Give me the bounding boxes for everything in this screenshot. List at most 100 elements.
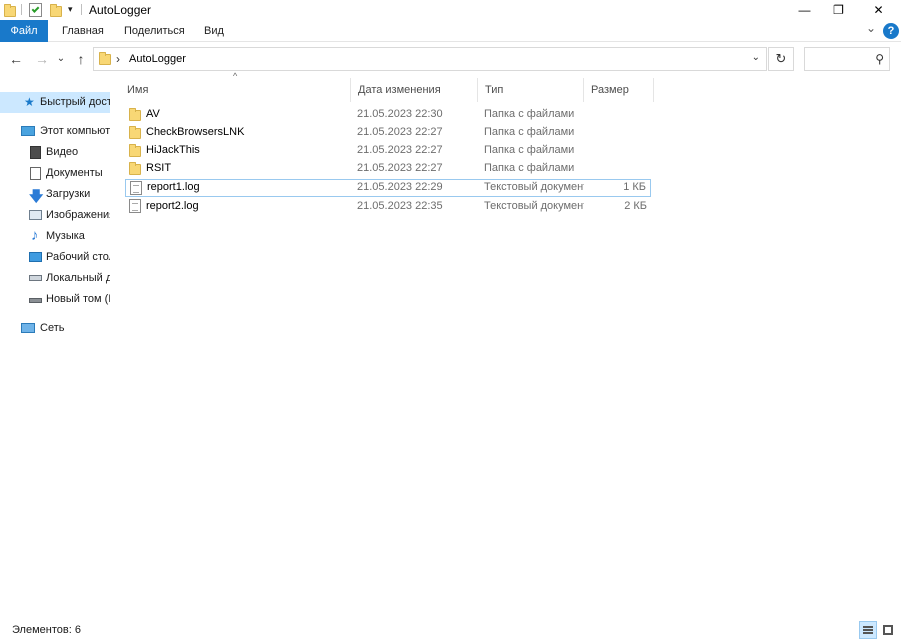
sidebar-item-desktop[interactable]: Рабочий стол xyxy=(0,247,110,268)
folder-icon xyxy=(129,162,141,175)
sidebar-item-label: Быстрый доступ xyxy=(40,96,110,108)
list-item[interactable]: RSIT 21.05.2023 22:27 Папка с файлами xyxy=(125,160,651,178)
up-button[interactable]: ↑ xyxy=(71,49,91,69)
sidebar-item-downloads[interactable]: 🡇 Загрузки xyxy=(0,184,110,205)
sidebar-item-label: Видео xyxy=(46,146,79,158)
item-date: 21.05.2023 22:27 xyxy=(357,162,443,174)
documents-icon xyxy=(30,167,41,180)
window-title: AutoLogger xyxy=(89,3,152,17)
item-date: 21.05.2023 22:30 xyxy=(357,108,443,120)
video-icon xyxy=(30,146,41,159)
sidebar-item-video[interactable]: Видео xyxy=(0,142,110,163)
address-bar[interactable]: › AutoLogger ⌄ xyxy=(93,47,767,71)
sidebar-item-label: Загрузки xyxy=(46,188,91,200)
item-type: Текстовый документ xyxy=(484,181,584,193)
network-icon xyxy=(21,323,35,333)
recent-locations-button[interactable]: ⌄ xyxy=(54,49,68,69)
item-size: 2 КБ xyxy=(624,200,647,212)
sidebar-item-this-pc[interactable]: Этот компьютер xyxy=(0,121,110,142)
item-name: report2.log xyxy=(146,200,199,212)
item-date: 21.05.2023 22:35 xyxy=(357,200,443,212)
breadcrumb-autologger[interactable]: AutoLogger xyxy=(129,53,186,65)
list-item[interactable]: AV 21.05.2023 22:30 Папка с файлами xyxy=(125,106,651,124)
back-button[interactable]: ← xyxy=(6,49,26,69)
separator xyxy=(21,4,22,15)
help-icon[interactable]: ? xyxy=(883,23,899,39)
folder-icon xyxy=(129,108,141,121)
item-date: 21.05.2023 22:27 xyxy=(357,126,443,138)
column-header-date[interactable]: Дата изменения xyxy=(351,78,478,102)
folder-icon xyxy=(129,144,141,157)
list-item[interactable]: report2.log 21.05.2023 22:35 Текстовый д… xyxy=(125,198,651,216)
search-input[interactable]: ⚲ xyxy=(804,47,890,71)
pictures-icon xyxy=(29,210,42,220)
column-header-size[interactable]: Размер xyxy=(584,78,654,102)
separator xyxy=(81,4,82,15)
ribbon-collapse-icon[interactable]: ⌄ xyxy=(866,21,876,35)
item-name: AV xyxy=(146,108,160,120)
item-count: Элементов: 6 xyxy=(12,624,81,636)
search-icon[interactable]: ⚲ xyxy=(875,52,884,66)
computer-icon xyxy=(21,126,35,136)
sidebar-item-label: Локальный диск (C:) xyxy=(46,272,110,284)
folder-icon xyxy=(129,126,141,139)
sidebar-item-label: Сеть xyxy=(40,322,65,334)
sidebar-item-new-volume[interactable]: Новый том (D:) xyxy=(0,289,110,310)
breadcrumb-separator-icon[interactable]: › xyxy=(116,52,120,66)
list-item[interactable]: CheckBrowsersLNK 21.05.2023 22:27 Папка … xyxy=(125,124,651,142)
details-view-icon xyxy=(863,626,873,634)
sidebar-item-network[interactable]: Сеть xyxy=(0,318,110,339)
details-view-button[interactable] xyxy=(859,621,877,639)
customize-toolbar-icon[interactable]: ▾ xyxy=(68,4,73,15)
list-item[interactable]: HiJackThis 21.05.2023 22:27 Папка с файл… xyxy=(125,142,651,160)
item-name: HiJackThis xyxy=(146,144,200,156)
large-icons-view-button[interactable] xyxy=(879,621,897,639)
item-size: 1 КБ xyxy=(623,181,646,193)
sidebar-item-pictures[interactable]: Изображения xyxy=(0,205,110,226)
sidebar-item-label: Изображения xyxy=(46,209,110,221)
drive-icon xyxy=(29,275,42,281)
large-icons-view-icon xyxy=(883,625,893,635)
music-icon: ♪ xyxy=(31,227,39,244)
ribbon: Файл Главная Поделиться Вид ⌄ ? xyxy=(0,20,901,42)
column-header-type[interactable]: Тип xyxy=(478,78,584,102)
navigation-pane: ★ Быстрый доступ Этот компьютер Видео До… xyxy=(0,80,110,610)
title-bar: ▾ AutoLogger — ❐ ✕ xyxy=(0,0,901,20)
item-name: CheckBrowsersLNK xyxy=(146,126,245,138)
item-type: Папка с файлами xyxy=(484,144,575,156)
drive-icon xyxy=(29,298,42,303)
forward-button[interactable]: → xyxy=(32,49,52,69)
column-header-name[interactable]: Имя xyxy=(120,78,351,102)
tab-file[interactable]: Файл xyxy=(0,20,48,42)
refresh-button[interactable]: ↻ xyxy=(768,47,794,71)
close-button[interactable]: ✕ xyxy=(856,0,901,20)
sidebar-item-music[interactable]: ♪ Музыка xyxy=(0,226,110,247)
tab-view[interactable]: Вид xyxy=(194,20,234,42)
properties-icon[interactable] xyxy=(29,3,42,17)
maximize-button[interactable]: ❐ xyxy=(816,0,861,20)
item-type: Текстовый документ xyxy=(484,200,584,212)
folder-icon xyxy=(4,4,16,17)
item-date: 21.05.2023 22:27 xyxy=(357,144,443,156)
list-item-selected[interactable]: report1.log 21.05.2023 22:29 Текстовый д… xyxy=(125,179,651,197)
sidebar-item-label: Документы xyxy=(46,167,103,179)
tab-share[interactable]: Поделиться xyxy=(114,20,195,42)
tab-home[interactable]: Главная xyxy=(52,20,114,42)
item-name: report1.log xyxy=(147,181,200,193)
text-file-icon xyxy=(130,181,142,195)
sidebar-item-quick-access[interactable]: ★ Быстрый доступ xyxy=(0,92,110,113)
item-type: Папка с файлами xyxy=(484,162,575,174)
desktop-icon xyxy=(29,252,42,262)
sidebar-item-label: Новый том (D:) xyxy=(46,293,110,305)
item-date: 21.05.2023 22:29 xyxy=(357,181,443,193)
sidebar-item-documents[interactable]: Документы xyxy=(0,163,110,184)
text-file-icon xyxy=(129,199,141,213)
new-folder-icon[interactable] xyxy=(50,4,62,17)
star-icon: ★ xyxy=(24,95,35,109)
sidebar-item-local-disk[interactable]: Локальный диск (C:) xyxy=(0,268,110,289)
address-dropdown-icon[interactable]: ⌄ xyxy=(752,52,760,63)
item-type: Папка с файлами xyxy=(484,108,575,120)
sidebar-item-label: Этот компьютер xyxy=(40,125,110,137)
sidebar-item-label: Рабочий стол xyxy=(46,251,110,263)
downloads-icon: 🡇 xyxy=(29,188,44,204)
